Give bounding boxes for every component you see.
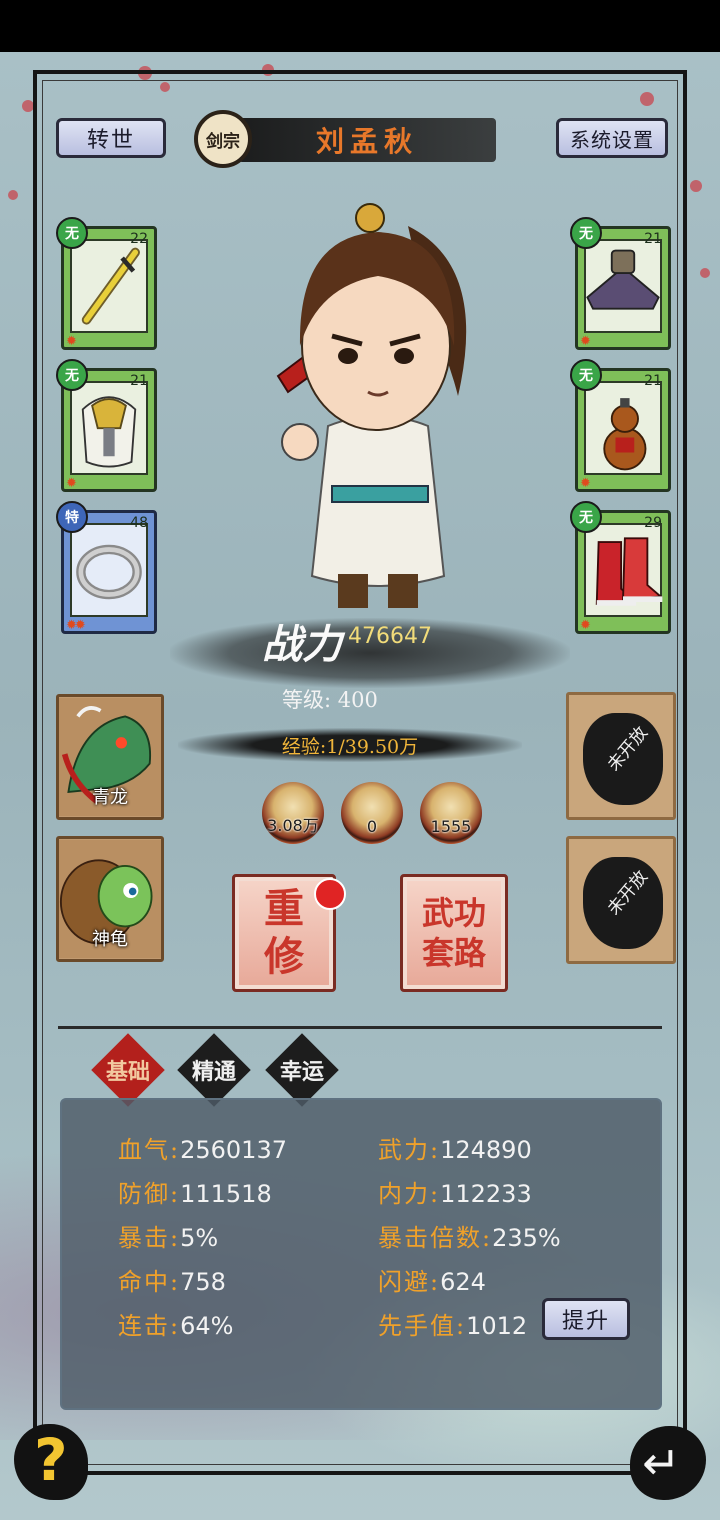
power-label: 战力 bbox=[262, 621, 342, 668]
retrain-label: 重修 bbox=[264, 885, 304, 980]
stat-dodge: 闪避:624 bbox=[378, 1268, 486, 1296]
equip-slot-accessory[interactable]: 无 21 ✹ bbox=[570, 359, 671, 492]
upgrade-button[interactable]: 提升 bbox=[542, 1298, 630, 1340]
character-level: 等级: 400 bbox=[282, 688, 378, 712]
hero-character[interactable] bbox=[258, 196, 498, 616]
equip-tag: 无 bbox=[56, 359, 88, 391]
blossom-decoration bbox=[690, 180, 702, 192]
equip-tag: 无 bbox=[56, 217, 88, 249]
tab-basic[interactable]: 基础 bbox=[91, 1033, 165, 1107]
star-icon: ✹ bbox=[580, 334, 591, 349]
gold-amount: 3.08万 bbox=[267, 816, 319, 835]
sect-badge: 剑宗 bbox=[194, 110, 252, 168]
tab-luck[interactable]: 幸运 bbox=[265, 1033, 339, 1107]
equip-level: 21 bbox=[644, 373, 662, 389]
equip-level: 21 bbox=[644, 231, 662, 247]
equip-level: 22 bbox=[130, 231, 148, 247]
equip-slot-boots[interactable]: 无 29 ✹ bbox=[570, 501, 671, 634]
experience-text: 经验:1/39.50万 bbox=[281, 736, 419, 758]
stat-hit: 命中:758 bbox=[118, 1268, 226, 1296]
stat-hp: 血气:2560137 bbox=[118, 1136, 287, 1164]
stat-combo: 连击:64% bbox=[118, 1312, 234, 1340]
martial-arts-button[interactable]: 武功套路 bbox=[400, 874, 508, 992]
back-button[interactable]: ↵ bbox=[626, 1418, 710, 1502]
tab-label: 基础 bbox=[105, 1059, 150, 1085]
pet-name: 神龟 bbox=[92, 929, 128, 950]
jade-orb-icon: 1555 bbox=[420, 782, 482, 844]
locked-slot: 未开放 bbox=[566, 836, 676, 964]
stat-crit-multiplier: 暴击倍数:235% bbox=[378, 1224, 561, 1252]
stat-attack: 武力:124890 bbox=[378, 1136, 532, 1164]
star-icon: ✹ bbox=[66, 476, 77, 491]
pearl-amount: 0 bbox=[366, 817, 378, 836]
tab-mastery[interactable]: 精通 bbox=[177, 1033, 251, 1107]
equip-level: 21 bbox=[130, 373, 148, 389]
pet-name: 青龙 bbox=[92, 787, 128, 808]
help-button[interactable]: ? bbox=[14, 1418, 90, 1502]
pet-slot-turtle[interactable]: 神龟 bbox=[56, 836, 164, 962]
stat-crit: 暴击:5% bbox=[118, 1224, 219, 1252]
star-icon: ✹✹ bbox=[66, 618, 86, 633]
jade-amount: 1555 bbox=[430, 817, 472, 836]
back-arrow-icon: ↵ bbox=[642, 1436, 681, 1490]
settings-button[interactable]: 系统设置 bbox=[556, 118, 668, 158]
stat-defense: 防御:111518 bbox=[118, 1180, 272, 1208]
equip-level: 48 bbox=[130, 515, 148, 531]
notification-dot bbox=[314, 878, 346, 910]
rebirth-button[interactable]: 转世 bbox=[56, 118, 166, 158]
stat-inner-power: 内力:112233 bbox=[378, 1180, 532, 1208]
star-icon: ✹ bbox=[580, 618, 591, 633]
equip-level: 29 bbox=[644, 515, 662, 531]
star-icon: ✹ bbox=[580, 476, 591, 491]
gold-coin-icon: 3.08万 bbox=[262, 782, 324, 844]
equip-tag: 无 bbox=[570, 359, 602, 391]
question-icon: ? bbox=[34, 1426, 68, 1494]
character-name: 刘孟秋 bbox=[238, 118, 496, 162]
blossom-decoration bbox=[700, 268, 710, 278]
pearl-icon: 0 bbox=[341, 782, 403, 844]
equip-tag: 无 bbox=[570, 217, 602, 249]
tab-label: 幸运 bbox=[279, 1059, 324, 1085]
blossom-decoration bbox=[8, 190, 18, 200]
equip-slot-weapon[interactable]: 无 22 ✹ bbox=[56, 217, 157, 350]
section-divider bbox=[58, 1026, 662, 1029]
martial-arts-label: 武功套路 bbox=[421, 894, 486, 972]
equip-tag: 特 bbox=[56, 501, 88, 533]
pet-slot-dragon[interactable]: 青龙 bbox=[56, 694, 164, 820]
star-icon: ✹ bbox=[66, 334, 77, 349]
status-bar bbox=[0, 0, 720, 52]
equip-tag: 无 bbox=[570, 501, 602, 533]
equip-slot-ring[interactable]: 特 48 ✹✹ bbox=[56, 501, 157, 634]
equip-slot-armor[interactable]: 无 21 ✹ bbox=[56, 359, 157, 492]
stat-initiative: 先手值:1012 bbox=[378, 1312, 528, 1340]
tab-label: 精通 bbox=[191, 1059, 236, 1085]
locked-slot: 未开放 bbox=[566, 692, 676, 820]
experience-bar: 经验:1/39.50万 bbox=[178, 728, 522, 762]
power-value: 476647 bbox=[348, 624, 432, 649]
equip-slot-hat[interactable]: 无 21 ✹ bbox=[570, 217, 671, 350]
